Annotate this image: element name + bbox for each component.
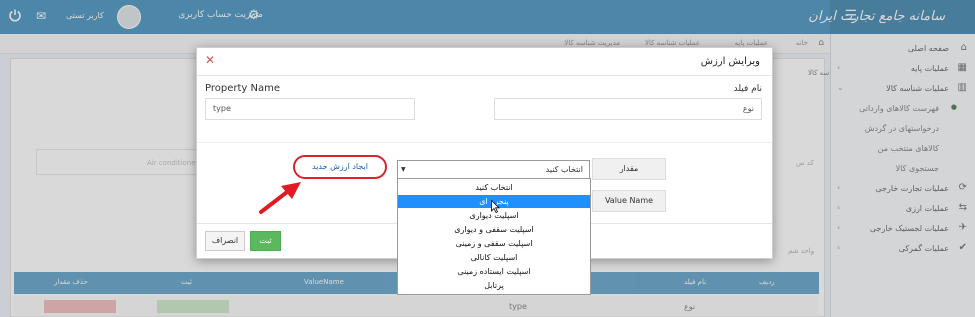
select-current-value: انتخاب کنید — [545, 165, 583, 174]
dropdown-option[interactable]: انتخاب کنید — [398, 181, 590, 194]
modal-header: ویرایش ارزش ✕ — [197, 48, 772, 76]
value-label: مقدار — [592, 158, 666, 180]
section-divider — [197, 142, 772, 143]
value-select[interactable]: انتخاب کنید ▼ — [397, 160, 590, 180]
property-name-label: Property Name — [205, 83, 280, 94]
field-name-label: نام فیلد — [733, 84, 762, 94]
annotation-arrow-icon — [259, 182, 301, 214]
save-button[interactable]: ثبت — [250, 231, 281, 251]
close-icon[interactable]: ✕ — [205, 53, 215, 67]
caret-down-icon: ▼ — [401, 166, 406, 173]
modal-title: ویرایش ارزش — [700, 56, 760, 67]
property-name-input[interactable]: type — [205, 98, 415, 120]
field-name-input[interactable]: نوع — [494, 98, 762, 120]
value-dropdown-list[interactable]: انتخاب کنید پنجره ای اسپلیت دیواری اسپلی… — [397, 178, 591, 295]
mouse-cursor-icon — [491, 200, 500, 213]
cancel-button[interactable]: انصراف — [205, 231, 245, 251]
dropdown-option[interactable]: پرتابل — [398, 279, 590, 292]
dropdown-option[interactable]: اسپلیت ایستاده زمینی — [398, 265, 590, 278]
dropdown-option[interactable]: اسپلیت سقفی و دیواری — [398, 223, 590, 236]
dropdown-option[interactable]: اسپلیت سقفی و زمینی — [398, 237, 590, 250]
value-name-label: Value Name — [592, 190, 666, 212]
dropdown-option[interactable]: اسپلیت کانالی — [398, 251, 590, 264]
create-new-value-button[interactable]: ایجاد ارزش جدید — [293, 155, 387, 179]
